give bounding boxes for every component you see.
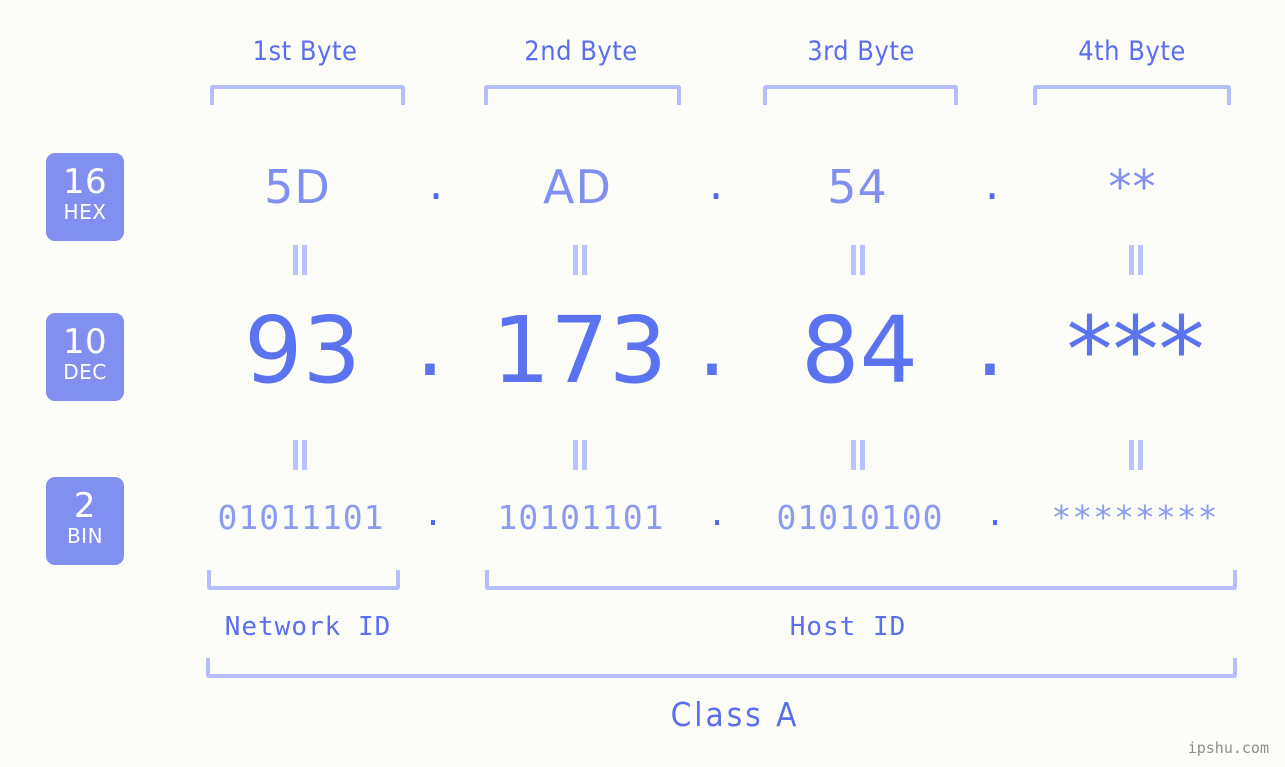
equals-mark-dec-bin-4 [1124,440,1148,470]
class-bracket [206,658,1237,678]
bin-byte-3: 01010100 [776,498,944,537]
base-badge-dec-label: DEC [63,360,107,384]
hex-separator-2: . [708,156,724,210]
base-badge-dec: 10 DEC [46,313,124,401]
base-badge-hex-label: HEX [63,200,107,224]
network-id-label: Network ID [224,612,392,642]
base-badge-bin-number: 2 [73,486,97,526]
bin-byte-1: 01011101 [217,498,385,537]
site-watermark: ipshu.com [1187,739,1269,757]
bin-byte-2: 10101101 [497,498,665,537]
base-badge-dec-number: 10 [62,322,108,362]
bin-separator-1: . [423,494,443,533]
base-badge-bin: 2 BIN [46,477,124,565]
equals-mark-hex-dec-1 [288,245,312,275]
byte-bracket-3 [763,85,958,105]
byte-bracket-4 [1033,85,1231,105]
hex-separator-1: . [428,156,444,210]
dec-byte-1: 93 [243,297,362,404]
equals-mark-dec-bin-2 [568,440,592,470]
byte-header-3: 3rd Byte [807,36,915,67]
bin-separator-2: . [707,494,727,533]
dec-byte-4: *** [1066,297,1205,404]
dec-separator-2: . [697,290,727,397]
hex-byte-4: ** [1108,160,1157,214]
byte-header-1: 1st Byte [252,36,358,67]
dec-byte-3: 84 [800,297,919,404]
byte-header-4: 4th Byte [1078,36,1186,67]
bin-separator-3: . [985,494,1005,533]
host-id-label: Host ID [789,612,907,642]
network-id-bracket [207,570,400,590]
host-id-bracket [485,570,1237,590]
byte-header-2: 2nd Byte [524,36,638,67]
dec-separator-3: . [975,290,1005,397]
hex-byte-3: 54 [827,160,888,214]
hex-byte-1: 5D [264,160,331,214]
ip-address-breakdown-diagram: 1st Byte 2nd Byte 3rd Byte 4th Byte 16 H… [0,0,1285,767]
base-badge-hex-number: 16 [62,162,108,202]
hex-separator-3: . [984,156,1000,210]
bin-byte-4: ******** [1051,498,1219,537]
hex-byte-2: AD [543,160,612,214]
byte-bracket-2 [484,85,681,105]
class-label: Class A [670,695,800,734]
equals-mark-hex-dec-4 [1124,245,1148,275]
byte-bracket-1 [210,85,405,105]
equals-mark-dec-bin-3 [846,440,870,470]
equals-mark-hex-dec-2 [568,245,592,275]
dec-separator-1: . [415,290,445,397]
base-badge-bin-label: BIN [66,524,104,548]
equals-mark-dec-bin-1 [288,440,312,470]
base-badge-hex: 16 HEX [46,153,124,241]
equals-mark-hex-dec-3 [846,245,870,275]
dec-byte-2: 173 [491,297,668,404]
